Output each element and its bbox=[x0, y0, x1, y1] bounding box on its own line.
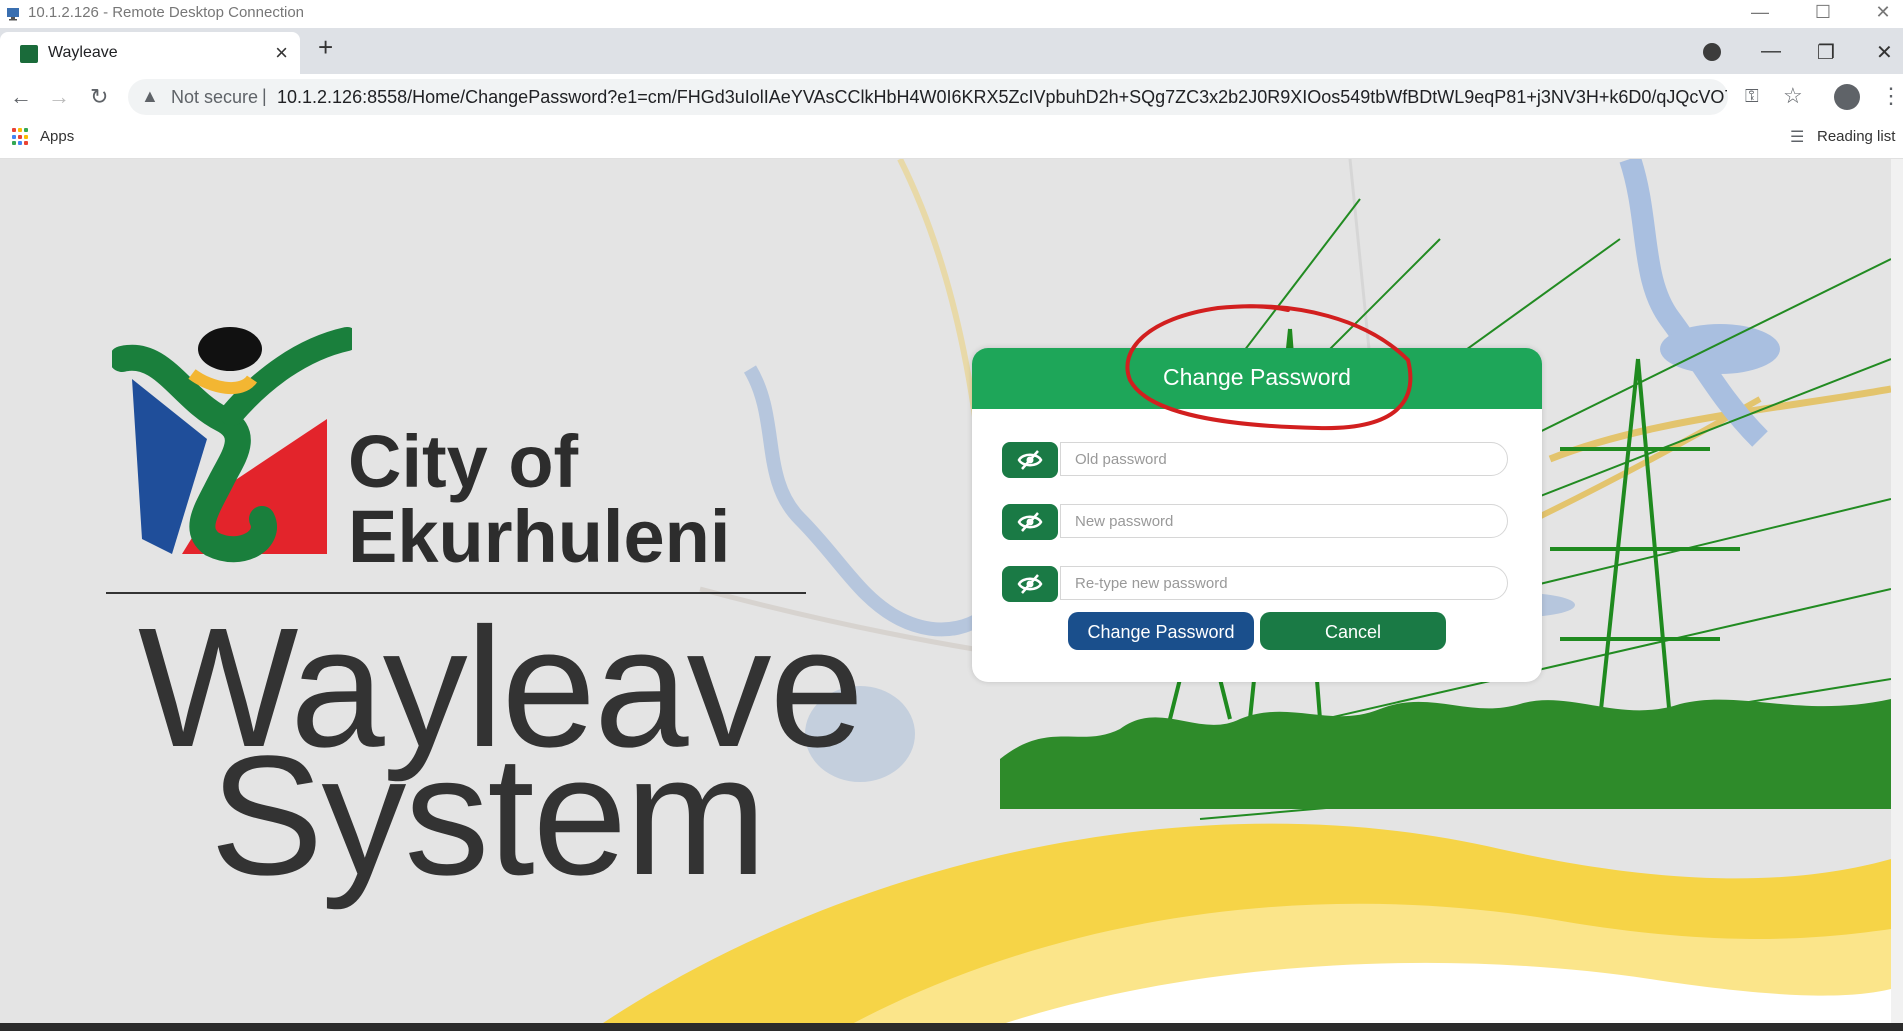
profile-icon[interactable] bbox=[1834, 84, 1860, 110]
forward-arrow-icon[interactable]: → bbox=[48, 84, 70, 110]
browser-restore-button[interactable]: ❐ bbox=[1817, 40, 1835, 65]
eye-slash-icon[interactable] bbox=[1002, 442, 1058, 478]
remote-desktop-titlebar: 10.1.2.126 - Remote Desktop Connection —… bbox=[0, 0, 1903, 28]
page-content: City of Ekurhuleni Wayleave System Chang… bbox=[0, 159, 1891, 1025]
apps-grid-icon[interactable] bbox=[12, 128, 30, 146]
reading-list-link[interactable]: Reading list bbox=[1817, 128, 1895, 145]
window-close-button[interactable]: ✕ bbox=[1863, 2, 1903, 23]
cancel-button[interactable]: Cancel bbox=[1260, 612, 1446, 650]
maximize-button[interactable]: ☐ bbox=[1803, 2, 1843, 23]
tab-title: Wayleave bbox=[48, 44, 118, 61]
reading-list-icon[interactable]: ☰ bbox=[1790, 127, 1804, 147]
apps-link[interactable]: Apps bbox=[40, 128, 74, 145]
taskbar-edge bbox=[0, 1023, 1903, 1031]
annotation-circle bbox=[1125, 304, 1413, 431]
not-secure-label[interactable]: Not secure bbox=[171, 87, 258, 108]
key-icon[interactable]: ⚿ bbox=[1745, 86, 1759, 107]
more-menu-icon[interactable]: ⋮ bbox=[1880, 83, 1902, 109]
city-name-line1: City of bbox=[348, 420, 579, 503]
retype-password-input[interactable] bbox=[1060, 566, 1508, 600]
tab-strip: Wayleave × bbox=[0, 28, 1903, 74]
favicon-icon bbox=[20, 45, 38, 63]
plus-icon[interactable]: + bbox=[318, 32, 333, 63]
warning-icon[interactable]: ▲ bbox=[141, 86, 159, 107]
bookmarks-bar bbox=[0, 120, 1903, 159]
city-name-line2: Ekurhuleni bbox=[348, 495, 731, 578]
tab-search-icon[interactable] bbox=[1703, 43, 1721, 61]
new-password-input[interactable] bbox=[1060, 504, 1508, 538]
url-text[interactable]: 10.1.2.126:8558/Home/ChangePassword?e1=c… bbox=[277, 87, 1727, 108]
new-password-field bbox=[1002, 504, 1512, 540]
reload-icon[interactable]: ↻ bbox=[90, 84, 108, 110]
old-password-input[interactable] bbox=[1060, 442, 1508, 476]
page-scrollbar[interactable] bbox=[1891, 159, 1903, 1025]
close-icon[interactable]: × bbox=[275, 40, 288, 66]
eye-slash-icon[interactable] bbox=[1002, 504, 1058, 540]
window-title: 10.1.2.126 - Remote Desktop Connection bbox=[28, 4, 304, 21]
star-icon[interactable]: ☆ bbox=[1783, 83, 1803, 109]
browser-minimize-button[interactable]: — bbox=[1761, 40, 1781, 63]
url-separator: | bbox=[262, 86, 267, 106]
ekurhuleni-logo-icon bbox=[112, 327, 352, 563]
old-password-field bbox=[1002, 442, 1512, 478]
retype-password-field bbox=[1002, 566, 1512, 602]
browser-close-button[interactable]: ✕ bbox=[1876, 40, 1893, 65]
system-title-line2: System bbox=[210, 721, 767, 911]
rdp-app-icon bbox=[7, 8, 19, 21]
eye-slash-icon[interactable] bbox=[1002, 566, 1058, 602]
back-arrow-icon[interactable]: ← bbox=[10, 84, 32, 110]
tab-wayleave[interactable]: Wayleave × bbox=[0, 32, 300, 74]
change-password-button[interactable]: Change Password bbox=[1068, 612, 1254, 650]
minimize-button[interactable]: — bbox=[1740, 2, 1780, 23]
